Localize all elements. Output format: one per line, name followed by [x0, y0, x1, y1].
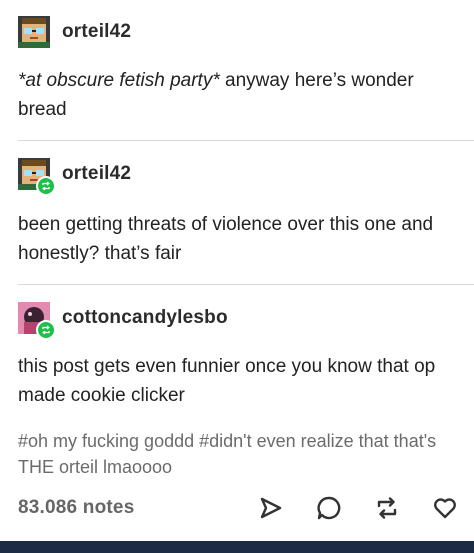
post-header: orteil42 — [18, 16, 131, 48]
pixel-face-avatar-icon[interactable] — [18, 16, 50, 48]
reblog-icon[interactable] — [372, 493, 402, 523]
reblog-badge-icon — [36, 176, 56, 196]
reblog-badge-icon — [36, 320, 56, 340]
post-body-italic: *at obscure fetish party* — [18, 70, 220, 91]
pixel-face-avatar-icon[interactable] — [18, 158, 56, 196]
post-header: orteil42 — [18, 158, 131, 196]
post-username[interactable]: cottoncandylesbo — [62, 307, 228, 329]
post-body: this post gets even funnier once you kno… — [18, 356, 436, 406]
post-body: been getting threats of violence over th… — [18, 214, 434, 264]
post-header: cottoncandylesbo — [18, 302, 228, 340]
reply-icon[interactable] — [314, 493, 344, 523]
post-footer: 83.086 notes — [18, 493, 458, 523]
like-icon[interactable] — [430, 493, 460, 523]
post-actions — [256, 493, 460, 523]
pink-avatar-icon[interactable] — [18, 302, 56, 340]
divider — [18, 140, 474, 141]
post-tags[interactable]: #oh my fucking goddd #didn't even realiz… — [18, 428, 458, 480]
post-username[interactable]: orteil42 — [62, 163, 131, 185]
notes-count[interactable]: 83.086 notes — [18, 497, 134, 519]
post-username[interactable]: orteil42 — [62, 21, 131, 43]
post-body: *at obscure fetish party* anyway here’s … — [18, 66, 458, 124]
divider — [18, 284, 474, 285]
bottom-bar — [0, 541, 474, 553]
share-icon[interactable] — [256, 493, 286, 523]
